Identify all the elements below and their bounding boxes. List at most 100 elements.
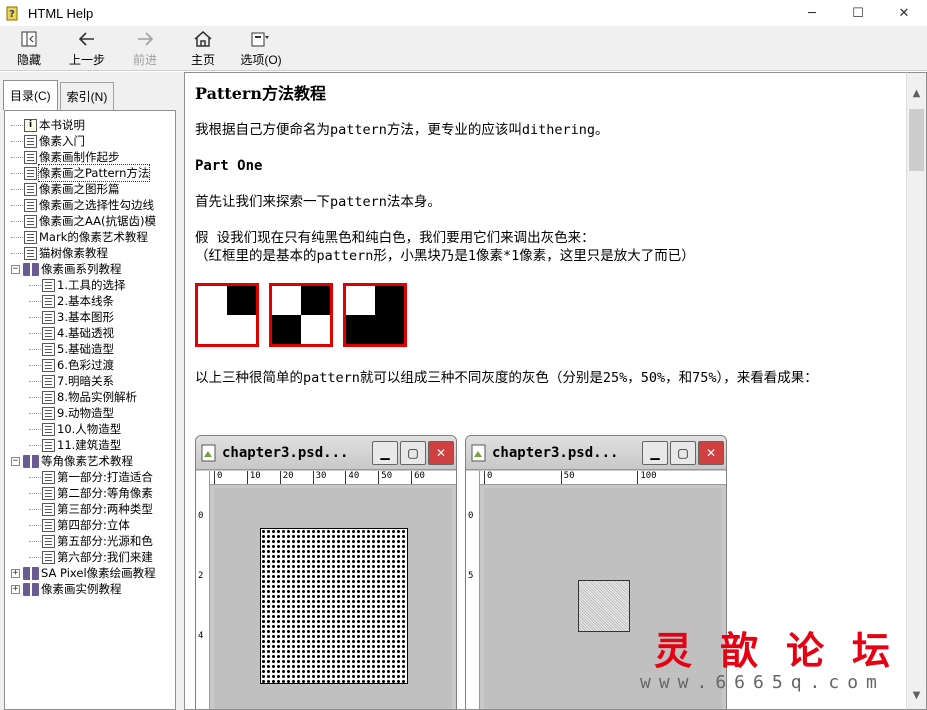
scroll-thumb[interactable] bbox=[909, 109, 924, 171]
home-button[interactable]: 主页 bbox=[174, 26, 232, 71]
scroll-up-icon[interactable]: ▲ bbox=[907, 83, 926, 103]
tree-item[interactable]: 1.工具的选择 bbox=[5, 277, 175, 293]
tab-index[interactable]: 索引(N) bbox=[59, 82, 115, 110]
ruler-tick-label: 0 bbox=[214, 471, 222, 484]
navigation-pane: 目录(C) 索引(N) i 本书说明 像素入门 像素画制作起步 像素画之Pattern方… bbox=[0, 72, 180, 710]
tree-item[interactable]: i 本书说明 bbox=[5, 117, 175, 133]
tree-item[interactable]: 9.动物造型 bbox=[5, 405, 175, 421]
arrow-right-icon bbox=[134, 29, 156, 49]
tree-item[interactable]: 2.基本线条 bbox=[5, 293, 175, 309]
tree-item[interactable]: 8.物品实例解析 bbox=[5, 389, 175, 405]
expand-icon[interactable]: + bbox=[11, 568, 20, 578]
tree-item[interactable]: − 像素画系列教程 bbox=[5, 261, 175, 277]
page-icon bbox=[42, 326, 55, 340]
tree-item[interactable]: 第六部分:我们来建 bbox=[5, 549, 175, 565]
tree-item-label: 像素画之Pattern方法 bbox=[37, 164, 151, 182]
tree-item[interactable]: 第五部分:光源和色 bbox=[5, 533, 175, 549]
pattern-50-image bbox=[269, 283, 333, 347]
paragraph: 首先让我们来探索一下pattern法本身。 bbox=[195, 194, 441, 210]
close-button[interactable]: ✕ bbox=[881, 0, 927, 26]
collapse-icon[interactable]: − bbox=[11, 264, 20, 274]
pattern-75-image bbox=[343, 283, 407, 347]
maximize-button[interactable]: ☐ bbox=[835, 0, 881, 26]
tree-item-label: 像素画之AA(抗锯齿)模 bbox=[39, 214, 157, 228]
tree-item[interactable]: 像素入门 bbox=[5, 133, 175, 149]
tree-line bbox=[11, 172, 23, 174]
screenshot-images: chapter3.psd... ▁ ▢ ✕ 0 10 20 30 40 50 60 024 … bbox=[195, 435, 727, 709]
tree-item[interactable]: + 像素画实例教程 bbox=[5, 581, 175, 597]
tree-item[interactable]: 像素画之选择性勾边线 bbox=[5, 197, 175, 213]
tree-item[interactable]: 像素画之图形篇 bbox=[5, 181, 175, 197]
tree-item[interactable]: 11.建筑造型 bbox=[5, 437, 175, 453]
tree-item[interactable]: − 等角像素艺术教程 bbox=[5, 453, 175, 469]
ruler-tick-label: 20 bbox=[279, 471, 294, 484]
tree-item-label: Mark的像素艺术教程 bbox=[39, 230, 148, 244]
tree-item-label: 第四部分:立体 bbox=[57, 518, 130, 532]
tree-item-label: 1.工具的选择 bbox=[57, 278, 126, 292]
tab-contents[interactable]: 目录(C) bbox=[3, 80, 58, 110]
page-icon bbox=[42, 294, 55, 308]
ruler-tick-label: 40 bbox=[345, 471, 359, 484]
help-app-icon: ? bbox=[6, 5, 22, 21]
tree-item[interactable]: 第四部分:立体 bbox=[5, 517, 175, 533]
page-icon bbox=[42, 534, 55, 548]
tree-item[interactable]: 6.色彩过渡 bbox=[5, 357, 175, 373]
options-button[interactable]: 选项(O) bbox=[232, 26, 290, 71]
intro-paragraph: 我根据自己方便命名为pattern方法，更专业的应该叫dithering。 bbox=[195, 122, 609, 138]
tree-item[interactable]: 像素画之Pattern方法 bbox=[5, 164, 175, 182]
tree-item[interactable]: 第二部分:等角像素 bbox=[5, 485, 175, 501]
scroll-down-icon[interactable]: ▼ bbox=[907, 685, 926, 705]
tree-item[interactable]: 像素画制作起步 bbox=[5, 149, 175, 165]
page-icon bbox=[24, 246, 37, 260]
ruler-tick-label: 0 bbox=[484, 471, 492, 484]
tree-item[interactable]: 第三部分:两种类型 bbox=[5, 501, 175, 517]
ruler-tick-label: 100 bbox=[637, 471, 657, 484]
minimize-button[interactable]: ─ bbox=[789, 0, 835, 26]
tree-item[interactable]: + SA Pixel像素绘画教程 bbox=[5, 565, 175, 581]
maximize-icon: ▢ bbox=[400, 440, 426, 465]
page-icon bbox=[42, 342, 55, 356]
tree-line bbox=[29, 332, 41, 334]
tree-item-label: 像素画制作起步 bbox=[39, 150, 120, 164]
content-scrollbar[interactable]: ▲ ▼ bbox=[906, 72, 927, 710]
page-icon bbox=[42, 470, 55, 484]
tree-line bbox=[29, 524, 41, 526]
forward-button[interactable]: 前进 bbox=[116, 26, 174, 71]
tree-line bbox=[29, 428, 41, 430]
hide-button[interactable]: 隐藏 bbox=[0, 26, 58, 71]
tree-item-label: SA Pixel像素绘画教程 bbox=[41, 566, 156, 580]
tree-line bbox=[29, 284, 41, 286]
arrow-left-icon bbox=[76, 29, 98, 49]
tree-item[interactable]: 像素画之AA(抗锯齿)模 bbox=[5, 213, 175, 229]
tree-line bbox=[11, 220, 23, 222]
tree-item[interactable]: 4.基础透视 bbox=[5, 325, 175, 341]
page-icon bbox=[42, 550, 55, 564]
home-icon bbox=[192, 29, 214, 49]
tree-line bbox=[29, 492, 41, 494]
tree-item-label: 6.色彩过渡 bbox=[57, 358, 114, 372]
tree-item-label: 本书说明 bbox=[39, 118, 85, 132]
paragraph: 以上三种很简单的pattern就可以组成三种不同灰度的灰色（分别是25%，50%… bbox=[195, 370, 818, 386]
tree-item-label: 3.基本图形 bbox=[57, 310, 114, 324]
page-icon bbox=[42, 358, 55, 372]
psd-window-screenshot: chapter3.psd... ▁ ▢ ✕ 0 10 20 30 40 50 60 024 bbox=[195, 435, 457, 709]
tree-line bbox=[29, 444, 41, 446]
tree-item[interactable]: 5.基础造型 bbox=[5, 341, 175, 357]
back-button[interactable]: 上一步 bbox=[58, 26, 116, 71]
tree-item[interactable]: 3.基本图形 bbox=[5, 309, 175, 325]
tree-item[interactable]: 10.人物造型 bbox=[5, 421, 175, 437]
tree-line bbox=[29, 380, 41, 382]
tree-item[interactable]: Mark的像素艺术教程 bbox=[5, 229, 175, 245]
ruler-tick-label: 10 bbox=[246, 471, 261, 484]
contents-tree[interactable]: i 本书说明 像素入门 像素画制作起步 像素画之Pattern方法 像素画之图形篇 像素画之… bbox=[4, 110, 176, 710]
ruler-tick-label: 5 bbox=[468, 571, 474, 581]
tree-line bbox=[29, 540, 41, 542]
expand-icon[interactable]: + bbox=[11, 584, 20, 594]
tree-item[interactable]: 第一部分:打造适合 bbox=[5, 469, 175, 485]
tree-item[interactable]: 7.明暗关系 bbox=[5, 373, 175, 389]
collapse-icon[interactable]: − bbox=[11, 456, 20, 466]
tree-item-label: 第三部分:两种类型 bbox=[57, 502, 153, 516]
tree-line bbox=[29, 476, 41, 478]
tree-line bbox=[11, 204, 23, 206]
tree-item[interactable]: 猫树像素教程 bbox=[5, 245, 175, 261]
